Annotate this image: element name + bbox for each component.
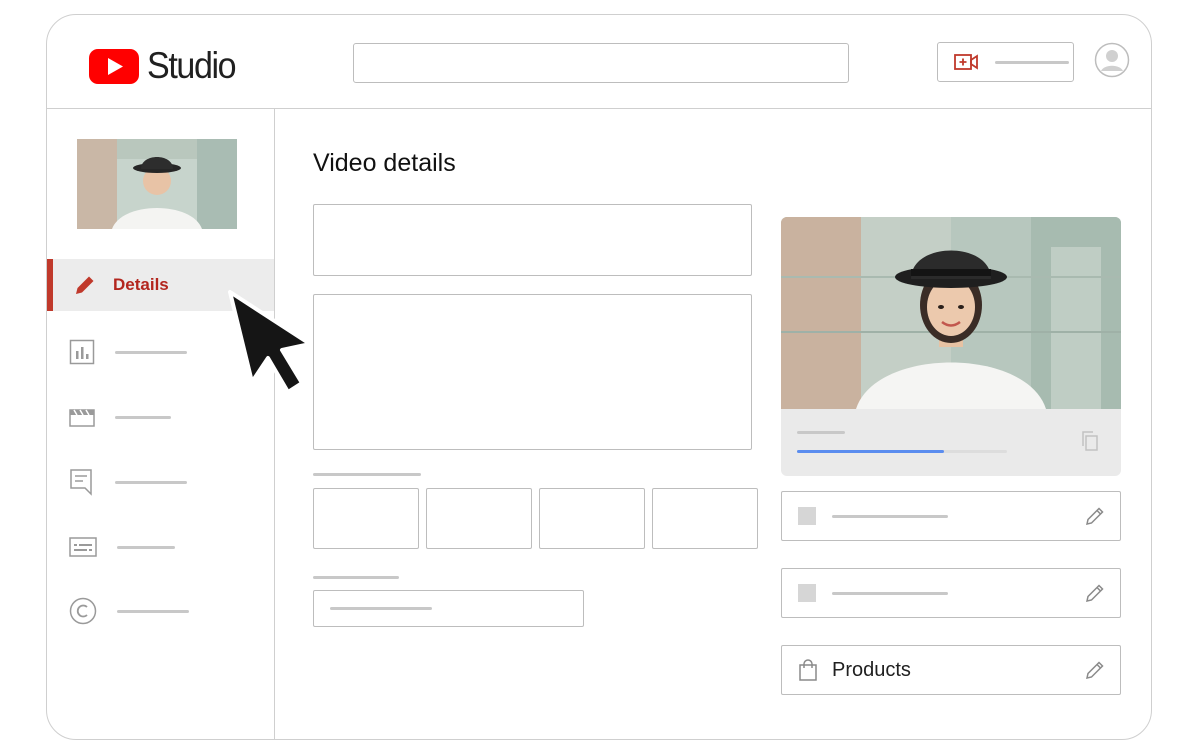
sidebar-item-label-placeholder: [117, 609, 189, 613]
video-plus-icon: [954, 54, 978, 70]
browser-frame: Studio Details Video details Products: [46, 14, 1152, 740]
setting-card[interactable]: [781, 568, 1121, 618]
analytics-icon: [69, 339, 95, 365]
subtitles-icon: [69, 537, 97, 557]
playlist-dropdown[interactable]: [313, 590, 584, 627]
products-label: Products: [832, 658, 911, 681]
card-label-placeholder: [832, 514, 948, 518]
products-card[interactable]: Products: [781, 645, 1121, 695]
video-preview-image[interactable]: [781, 217, 1121, 409]
dropdown-value-placeholder: [330, 607, 432, 610]
video-preview-card: [781, 217, 1121, 476]
editor-icon: [69, 409, 95, 427]
video-thumbnail[interactable]: [77, 139, 237, 229]
top-bar: Studio: [47, 15, 1151, 109]
sidebar-item-label-placeholder: [115, 415, 171, 419]
sidebar-item-label-placeholder: [115, 350, 187, 354]
thumbnail-option[interactable]: [652, 488, 758, 549]
search-input[interactable]: [353, 43, 849, 83]
setting-card[interactable]: [781, 491, 1121, 541]
thumbnail-option[interactable]: [539, 488, 645, 549]
account-circle-icon[interactable]: [1094, 42, 1130, 78]
shopping-bag-icon: [799, 659, 817, 681]
thumbnail-option[interactable]: [313, 488, 419, 549]
brand-label: Studio: [147, 45, 237, 86]
page-title: Video details: [313, 149, 456, 177]
sidebar: Details: [47, 109, 275, 739]
square-icon: [798, 584, 816, 602]
video-link-label-placeholder: [797, 431, 845, 434]
main-content: Video details Products: [275, 109, 1151, 739]
create-button-label-placeholder: [995, 60, 1069, 64]
sidebar-item-comments[interactable]: [69, 467, 269, 497]
sidebar-item-label-placeholder: [115, 480, 187, 484]
sidebar-item-copyright[interactable]: [69, 596, 269, 626]
thumbnail-option[interactable]: [426, 488, 532, 549]
comments-icon: [70, 469, 92, 496]
sidebar-item-subtitles[interactable]: [69, 532, 269, 562]
pencil-icon[interactable]: [1084, 659, 1106, 681]
card-label-placeholder: [832, 591, 948, 595]
sidebar-item-label: Details: [113, 275, 169, 294]
square-icon: [798, 507, 816, 525]
pencil-icon[interactable]: [1084, 582, 1106, 604]
thumbnail-section-label: [313, 473, 421, 476]
copy-icon[interactable]: [1081, 431, 1099, 451]
pencil-icon: [76, 276, 94, 294]
upload-progress-fill: [797, 450, 944, 453]
upload-progress-bar: [797, 450, 1007, 453]
mouse-cursor-icon: [228, 290, 312, 394]
youtube-studio-logo[interactable]: Studio: [89, 45, 243, 87]
create-button[interactable]: [937, 42, 1074, 82]
title-field[interactable]: [313, 204, 752, 276]
youtube-logo-icon: [89, 48, 139, 84]
sidebar-item-label-placeholder: [117, 545, 175, 549]
sidebar-item-editor[interactable]: [69, 402, 269, 432]
description-field[interactable]: [313, 294, 752, 450]
pencil-icon[interactable]: [1084, 505, 1106, 527]
copyright-icon: [69, 597, 97, 625]
playlist-section-label: [313, 576, 399, 579]
